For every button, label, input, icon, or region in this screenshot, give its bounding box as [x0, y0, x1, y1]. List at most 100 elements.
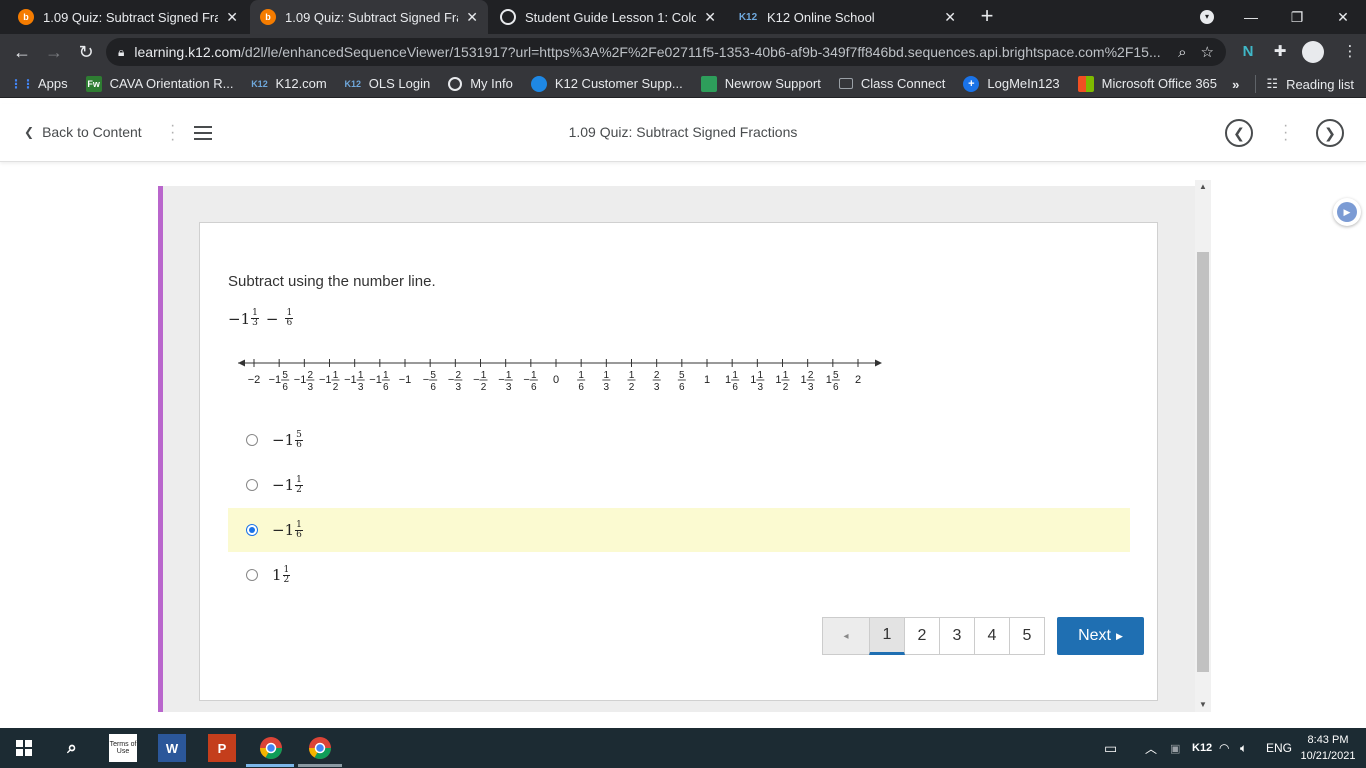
number-line-label: 1 23 — [801, 370, 815, 393]
number-line-label: 1 56 — [826, 370, 840, 393]
newrow-icon — [700, 75, 717, 92]
minimize-icon[interactable]: — — [1228, 0, 1274, 34]
svg-text:3: 3 — [758, 382, 764, 393]
wifi-icon[interactable]: ◠ — [1219, 728, 1229, 768]
svg-text:5: 5 — [679, 370, 685, 381]
answer-choice-1[interactable]: −1 5 6 — [228, 418, 1130, 462]
frame-scrollbar[interactable]: ▲ ▼ — [1195, 180, 1211, 712]
number-line-label: 1 13 — [750, 370, 765, 393]
new-tab-plus-icon[interactable]: + — [976, 5, 998, 27]
url-host: learning.k12.com — [134, 44, 242, 60]
svg-text:−1: −1 — [369, 374, 382, 386]
k12-tray-icon[interactable]: K12 — [1192, 728, 1212, 768]
svg-text:3: 3 — [808, 382, 814, 393]
show-hidden-icons-chevron[interactable]: ︿ — [1145, 728, 1157, 768]
browser-tab-strip: b 1.09 Quiz: Subtract Signed Fractio ✕ b… — [0, 0, 1366, 34]
content-header: ❮ Back to Content · · · 1.09 Quiz: Subtrac… — [0, 104, 1366, 162]
meeting-tray-icon[interactable]: ▣ — [1170, 728, 1180, 768]
address-bar[interactable]: 🔒︎ learning.k12.com/d2l/le/enhancedSeque… — [106, 38, 1226, 66]
volume-icon[interactable]: 🔈︎ — [1240, 728, 1247, 768]
bookmark-class-connect[interactable]: Class Connect — [838, 76, 945, 91]
tab-quiz-1[interactable]: b 1.09 Quiz: Subtract Signed Fractio ✕ — [8, 0, 248, 34]
news-widget-icon[interactable]: ▭ — [1104, 728, 1117, 768]
side-panel-toggle[interactable]: ▶ — [1333, 198, 1361, 226]
system-clock[interactable]: 8:43 PM 10/21/2021 — [1296, 732, 1360, 764]
next-topic-button[interactable]: ❯ — [1316, 119, 1344, 147]
close-tab-icon[interactable]: ✕ — [226, 9, 238, 26]
scroll-up-icon[interactable]: ▲ — [1195, 182, 1211, 191]
answer-choice-2[interactable]: −1 1 2 — [228, 463, 1130, 507]
globe-icon — [448, 76, 463, 91]
zoom-search-icon[interactable]: ⌕ — [1178, 44, 1186, 61]
radio-button[interactable] — [246, 569, 258, 581]
powerpoint-icon[interactable]: P — [208, 734, 236, 762]
back-arrow-icon[interactable]: ← — [10, 40, 34, 64]
extensions-puzzle-icon[interactable]: ✚ — [1270, 42, 1290, 62]
bookmark-office365[interactable]: Microsoft Office 365 — [1077, 75, 1217, 92]
radio-button[interactable] — [246, 434, 258, 446]
close-tab-icon[interactable]: ✕ — [944, 9, 956, 26]
tab-quiz-2[interactable]: b 1.09 Quiz: Subtract Signed Fractio ✕ — [250, 0, 488, 34]
svg-text:6: 6 — [430, 382, 436, 393]
svg-text:6: 6 — [282, 382, 288, 393]
scroll-down-icon[interactable]: ▼ — [1195, 700, 1211, 709]
radio-button[interactable] — [246, 479, 258, 491]
answer-choice-3[interactable]: −1 1 6 — [228, 508, 1130, 552]
chrome-profile-icon[interactable] — [257, 734, 285, 762]
next-button[interactable]: Next ▶ — [1057, 617, 1144, 655]
page-4-button[interactable]: 4 — [974, 617, 1010, 655]
page-3-button[interactable]: 3 — [939, 617, 975, 655]
bookmark-newrow[interactable]: Newrow Support — [700, 75, 821, 92]
previous-topic-button[interactable]: ❮ — [1225, 119, 1253, 147]
windows-start-icon[interactable] — [10, 734, 38, 762]
svg-text:2: 2 — [308, 370, 314, 381]
cloud-icon — [530, 75, 547, 92]
more-bookmarks-chevron-icon[interactable]: » — [1232, 77, 1239, 92]
n-extension-icon[interactable]: N — [1238, 42, 1258, 62]
close-tab-icon[interactable]: ✕ — [466, 9, 478, 26]
svg-text:−: − — [423, 374, 429, 386]
close-tab-icon[interactable]: ✕ — [704, 9, 716, 26]
radio-button-selected[interactable] — [246, 524, 258, 536]
svg-text:0: 0 — [553, 374, 559, 386]
svg-text:2: 2 — [629, 382, 635, 393]
bookmark-apps[interactable]: ⋮⋮ Apps — [10, 76, 68, 92]
svg-text:2: 2 — [456, 370, 462, 381]
divider-dots-icon: · · · — [1283, 117, 1289, 148]
k12-icon: K12 — [738, 11, 758, 23]
tab-search-icon[interactable]: ▾ — [1184, 0, 1230, 34]
forward-arrow-icon[interactable]: → — [42, 40, 66, 64]
scrollbar-thumb[interactable] — [1197, 252, 1209, 672]
reload-icon[interactable]: ↻ — [74, 40, 98, 64]
tab-k12-online[interactable]: K12 K12 Online School ✕ — [728, 0, 966, 34]
answer-choice-4[interactable]: 112 — [228, 553, 1130, 597]
bookmark-my-info[interactable]: My Info — [448, 76, 513, 91]
bookmark-customer-support[interactable]: K12 Customer Supp... — [530, 75, 683, 92]
bookmark-ols-login[interactable]: K12 OLS Login — [345, 76, 431, 92]
tab-student-guide[interactable]: Student Guide Lesson 1: Color M ✕ — [490, 0, 726, 34]
menu-kebab-icon[interactable]: ⋮ — [1340, 42, 1360, 62]
terms-of-use-app[interactable]: Terms of Use — [109, 734, 137, 762]
number-line-label: −1 12 — [319, 370, 340, 393]
open-app-indicator — [298, 764, 342, 767]
language-indicator[interactable]: ENG — [1266, 728, 1292, 768]
reading-list-button[interactable]: Reading list — [1286, 77, 1354, 92]
page-1-button[interactable]: 1 — [869, 617, 905, 655]
svg-text:6: 6 — [383, 382, 389, 393]
previous-page-button[interactable]: ◂ — [822, 617, 870, 655]
close-window-icon[interactable]: ✕ — [1320, 0, 1366, 34]
chrome-icon[interactable] — [306, 734, 334, 762]
word-icon[interactable]: W — [158, 734, 186, 762]
page-2-button[interactable]: 2 — [904, 617, 940, 655]
search-icon[interactable]: ⌕ — [58, 734, 86, 762]
restore-icon[interactable]: ❐ — [1274, 0, 1320, 34]
bookmark-star-icon[interactable]: ☆ — [1201, 43, 1214, 61]
bookmark-logmein[interactable]: + LogMeIn123 — [963, 75, 1060, 92]
bookmark-cava[interactable]: Fw CAVA Orientation R... — [85, 75, 233, 92]
svg-text:6: 6 — [679, 382, 685, 393]
number-line-label: −1 23 — [294, 370, 315, 393]
svg-text:2: 2 — [481, 382, 487, 393]
profile-avatar-icon[interactable] — [1302, 41, 1324, 63]
page-5-button[interactable]: 5 — [1009, 617, 1045, 655]
bookmark-k12[interactable]: K12 K12.com — [251, 76, 327, 92]
